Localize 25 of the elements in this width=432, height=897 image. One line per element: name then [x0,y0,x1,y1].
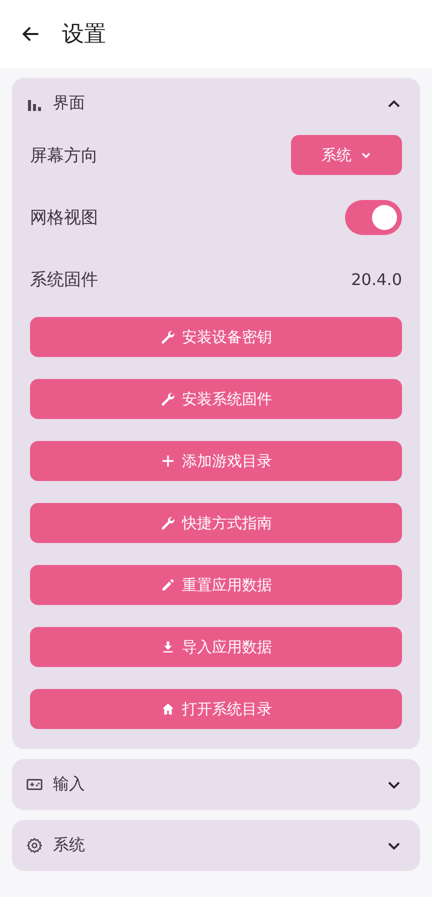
dropdown[interactable]: 系统 [291,135,402,175]
page-title: 设置 [62,21,106,49]
action-button[interactable]: 重置应用数据 [30,565,402,605]
action-button[interactable]: 安装系统固件 [30,379,402,419]
wrench-icon [160,391,176,407]
setting-label: 屏幕方向 [30,144,98,166]
action-button[interactable]: 打开系统目录 [30,689,402,729]
action-button[interactable]: 快捷方式指南 [30,503,402,543]
home-icon [160,701,176,717]
section-header[interactable]: 输入 [12,759,420,810]
section-header[interactable]: 界面 [12,78,420,129]
setting-value: 20.4.0 [351,270,402,288]
action-button[interactable]: 安装设备密钥 [30,317,402,357]
pencil-icon [160,577,176,593]
toggle-switch[interactable] [345,200,402,234]
section-header[interactable]: 系统 [12,820,420,871]
action-button[interactable]: 导入应用数据 [30,627,402,667]
plus-icon [160,453,176,469]
gamepad-icon [26,776,43,793]
wrench-icon [160,329,176,345]
action-button[interactable]: 添加游戏目录 [30,441,402,481]
gear-icon [26,837,43,854]
wrench-icon [160,515,176,531]
setting-label: 系统固件 [30,268,98,290]
setting-label: 网格视图 [30,206,98,228]
